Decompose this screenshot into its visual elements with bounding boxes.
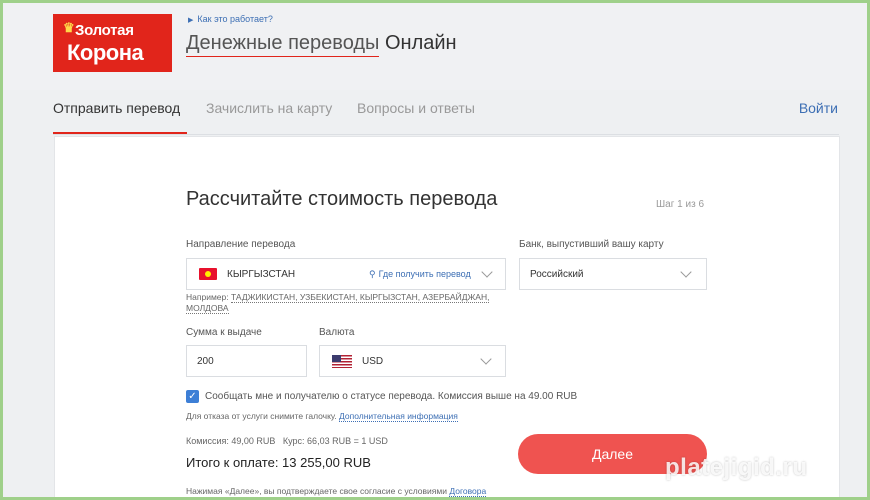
direction-examples: Например: ТАДЖИКИСТАН, УЗБЕКИСТАН, КЫРГЫ… — [186, 292, 490, 314]
chevron-down-icon — [481, 266, 493, 278]
direction-select[interactable]: КЫРГЫЗСТАН ⚲ Где получить перевод — [186, 258, 506, 290]
chevron-down-icon — [480, 353, 492, 365]
example-countries-link[interactable]: ТАДЖИКИСТАН, УЗБЕКИСТАН, КЫРГЫЗСТАН, АЗЕ… — [230, 292, 490, 303]
play-icon: ▶ — [188, 17, 194, 24]
where-to-receive-link[interactable]: ⚲ Где получить перевод — [369, 269, 471, 280]
commission-rate: Комиссия: 49,00 RUB Курс: 66,03 RUB = 1 … — [186, 436, 388, 446]
zolotaya-korona-logo[interactable]: ♛ Золотая Корона — [53, 14, 172, 72]
form-title: Рассчитайте стоимость перевода — [186, 188, 498, 210]
amount-input[interactable]: 200 — [186, 345, 307, 377]
rate-text: Курс: 66,03 RUB = 1 USD — [282, 436, 388, 446]
nav-tabs: Отправить перевод Зачислить на карту Воп… — [0, 90, 870, 135]
optout-hint: Для отказа от услуги снимите галочку. До… — [186, 411, 458, 422]
bank-label: Банк, выпустивший вашу карту — [519, 239, 664, 250]
how-it-works-link[interactable]: ▶ Как это работает? — [188, 14, 273, 24]
checkmark-icon: ✓ — [188, 391, 197, 402]
page-title: Денежные переводы Онлайн — [186, 32, 457, 57]
tab-credit-to-card[interactable]: Зачислить на карту — [206, 100, 332, 116]
commission-text: Комиссия: 49,00 RUB — [186, 436, 276, 446]
pin-icon: ⚲ — [369, 269, 376, 279]
additional-info-link[interactable]: Дополнительная информация — [339, 411, 458, 422]
login-link[interactable]: Войти — [799, 100, 838, 116]
logo-line2: Корона — [67, 40, 144, 65]
chevron-down-icon — [680, 266, 692, 278]
currency-value: USD — [362, 356, 384, 367]
terms-note: Нажимая «Далее», вы подтверждаете свое с… — [186, 486, 487, 497]
tabs-divider — [53, 134, 839, 135]
currency-label: Валюта — [319, 327, 355, 338]
example-moldova-link[interactable]: МОЛДОВА — [186, 303, 229, 314]
currency-select[interactable]: USD — [319, 345, 506, 377]
direction-label: Направление перевода — [186, 239, 296, 250]
usa-flag-icon — [332, 355, 352, 368]
crown-icon: ♛ — [63, 20, 75, 35]
step-indicator: Шаг 1 из 6 — [656, 199, 705, 210]
notify-checkbox[interactable]: ✓ — [186, 390, 199, 403]
notify-label: Сообщать мне и получателю о статусе пере… — [205, 391, 578, 402]
tab-faq[interactable]: Вопросы и ответы — [357, 100, 475, 116]
page-title-main: Денежные переводы — [186, 32, 380, 57]
page-title-online: Онлайн — [384, 32, 457, 54]
bank-select[interactable]: Российский — [519, 258, 707, 290]
tab-send-transfer[interactable]: Отправить перевод — [53, 100, 180, 116]
amount-value: 200 — [197, 356, 214, 367]
agreement-link[interactable]: Договора — [449, 486, 487, 497]
kyrgyzstan-flag-icon — [199, 268, 217, 280]
watermark: platejigid.ru — [665, 454, 808, 481]
total-amount: Итого к оплате: 13 255,00 RUB — [186, 455, 371, 470]
bank-value: Российский — [530, 269, 584, 280]
direction-value: КЫРГЫЗСТАН — [227, 269, 296, 280]
amount-label: Сумма к выдаче — [186, 327, 262, 338]
logo-line1: Золотая — [75, 22, 134, 39]
header: ♛ Золотая Корона ▶ Как это работает? Дене… — [0, 0, 870, 90]
